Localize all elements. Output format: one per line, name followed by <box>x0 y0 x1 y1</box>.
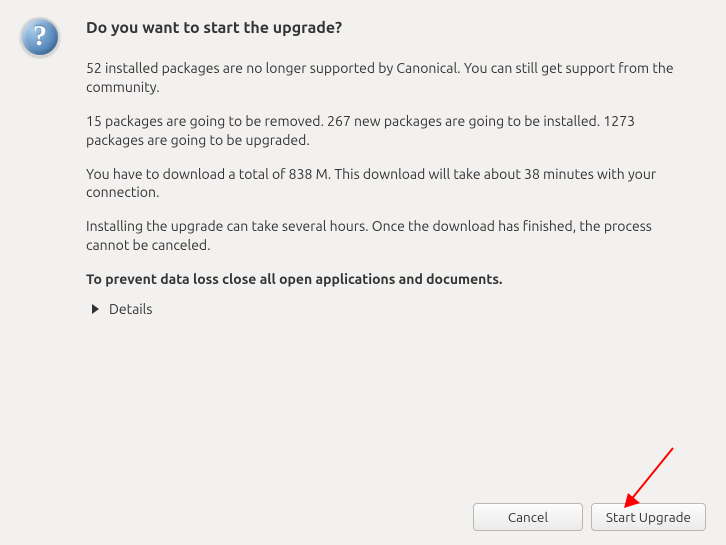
details-toggle[interactable]: Details <box>92 301 696 317</box>
dialog-paragraph-install-time: Installing the upgrade can take several … <box>86 217 696 255</box>
button-bar: Cancel Start Upgrade <box>473 503 706 531</box>
dialog-paragraph-unsupported: 52 installed packages are no longer supp… <box>86 59 696 97</box>
details-label: Details <box>109 301 152 317</box>
dialog-text-content: Do you want to start the upgrade? 52 ins… <box>86 15 706 317</box>
dialog-paragraph-download: You have to download a total of 838 M. T… <box>86 165 696 203</box>
chevron-right-icon <box>92 304 99 314</box>
cancel-button[interactable]: Cancel <box>473 503 583 531</box>
question-icon: ? <box>20 17 60 57</box>
dialog-paragraph-packages: 15 packages are going to be removed. 267… <box>86 112 696 150</box>
start-upgrade-button[interactable]: Start Upgrade <box>591 503 706 531</box>
dialog-content: ? Do you want to start the upgrade? 52 i… <box>0 0 726 332</box>
dialog-title: Do you want to start the upgrade? <box>86 19 696 37</box>
dialog-icon-container: ? <box>20 17 68 57</box>
dialog-warning: To prevent data loss close all open appl… <box>86 270 696 289</box>
question-mark-glyph: ? <box>33 23 47 51</box>
